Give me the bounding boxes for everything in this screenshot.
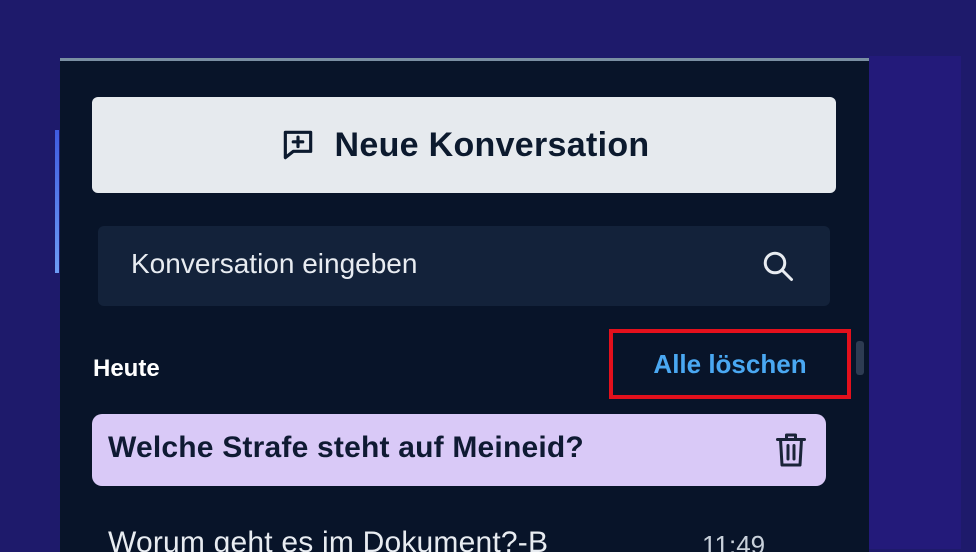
search-input[interactable]: Konversation eingeben — [98, 226, 830, 306]
conversation-item-active[interactable]: Welche Strafe steht auf Meineid? — [92, 414, 826, 486]
clear-all-button[interactable]: Alle löschen — [609, 329, 851, 399]
new-conversation-button[interactable]: Neue Konversation — [92, 97, 836, 193]
conversation-item[interactable]: Worum geht es im Dokument?-B 11:49 — [92, 514, 826, 552]
search-icon[interactable] — [760, 248, 796, 284]
conversation-title: Welche Strafe steht auf Meineid? — [108, 431, 584, 464]
scrollbar-thumb[interactable] — [856, 341, 864, 375]
conversation-sidebar: Neue Konversation Konversation eingeben … — [60, 58, 869, 552]
message-plus-icon — [279, 126, 317, 164]
background-panel-right — [869, 56, 961, 549]
side-accent-bar — [55, 130, 59, 273]
new-conversation-label: Neue Konversation — [334, 125, 650, 164]
clear-all-label: Alle löschen — [653, 348, 807, 379]
section-title-today: Heute — [93, 355, 160, 382]
trash-icon[interactable] — [776, 432, 806, 468]
conversation-title: Worum geht es im Dokument?-B — [108, 526, 549, 552]
search-placeholder: Konversation eingeben — [131, 248, 418, 279]
